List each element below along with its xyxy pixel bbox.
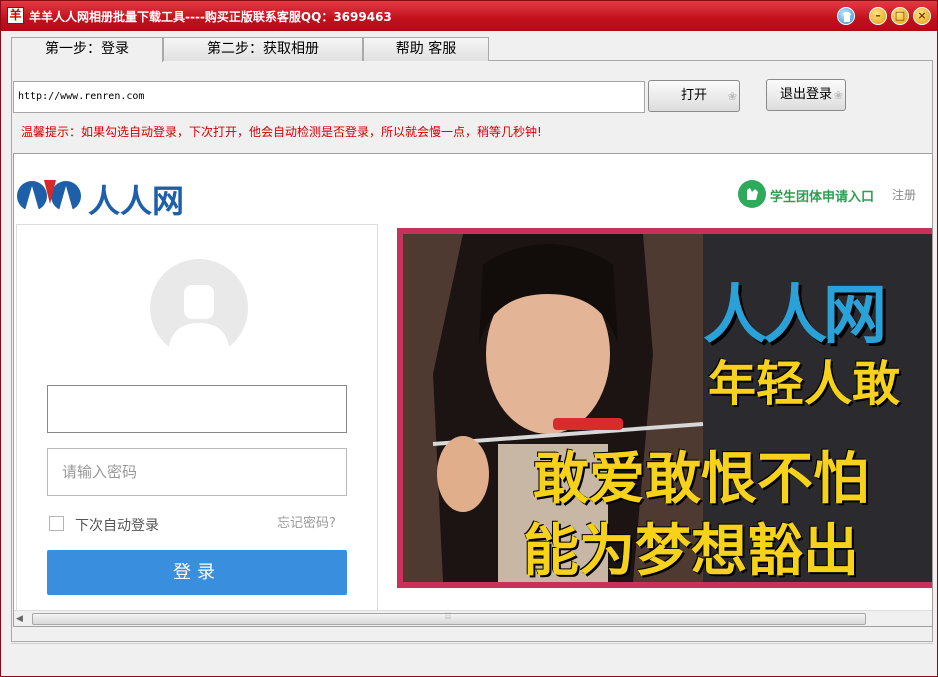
logout-button-label: 退出登录	[779, 87, 832, 102]
title-bar[interactable]: 羊 羊羊人人网相册批量下载工具----购买正版联系客服QQ：3699463 – …	[1, 1, 937, 31]
login-card: 请输入密码 下次自动登录 忘记密码? 登录	[16, 224, 378, 624]
embedded-browser[interactable]: 人人网 学生团体申请入口 注册 请输入密码 下次自动登录 忘记密码? 登录 人人…	[13, 153, 933, 627]
tab-get-albums[interactable]: 第二步：获取相册	[163, 37, 363, 61]
swirl-decoration-icon: ❀	[727, 90, 737, 103]
grip-icon: ⦙⦙⦙	[445, 612, 452, 622]
close-icon[interactable]: ×	[913, 7, 931, 25]
student-icon	[738, 180, 766, 208]
username-input[interactable]	[47, 385, 347, 433]
login-button[interactable]: 登录	[47, 550, 347, 595]
renren-logo-text: 人人网	[88, 182, 185, 220]
banner-image: 人人网 年轻人敢 敢爱敢恨不怕 能为梦想豁出	[403, 234, 932, 582]
scrollbar-thumb[interactable]: ⦙⦙⦙	[32, 612, 866, 625]
swirl-decoration-icon: ❀	[833, 89, 843, 102]
renren-logo[interactable]: 人人网	[16, 174, 196, 220]
promo-banner[interactable]: 人人网 年轻人敢 敢爱敢恨不怕 能为梦想豁出	[397, 228, 932, 588]
horizontal-scrollbar[interactable]: ◀ ⦙⦙⦙	[14, 610, 932, 626]
scroll-left-icon[interactable]: ◀	[16, 614, 23, 624]
tip-text: 温馨提示：如果勾选自动登录，下次打开，他会自动检测是否登录，所以就会慢一点，稍等…	[21, 125, 542, 139]
app-window: 羊 羊羊人人网相册批量下载工具----购买正版联系客服QQ：3699463 – …	[0, 0, 938, 677]
student-entry-label: 学生团体申请入口	[770, 190, 875, 205]
app-icon: 羊	[7, 7, 24, 24]
minimize-icon[interactable]: –	[869, 7, 887, 25]
banner-logo-text: 人人网	[703, 279, 887, 353]
open-button-label: 打开	[680, 88, 707, 103]
window-title: 羊羊人人网相册批量下载工具----购买正版联系客服QQ：3699463	[29, 10, 392, 24]
tab-help[interactable]: 帮助 客服	[363, 37, 489, 61]
logout-button[interactable]: 退出登录 ❀	[766, 79, 846, 111]
banner-headline-1: 年轻人敢	[708, 356, 901, 412]
maximize-icon[interactable]: □	[891, 7, 909, 25]
tab-login[interactable]: 第一步：登录	[11, 37, 163, 62]
banner-headline-2: 敢爱敢恨不怕	[533, 447, 869, 512]
forgot-password-link[interactable]: 忘记密码?	[277, 512, 336, 531]
auto-login-checkbox[interactable]	[49, 516, 64, 531]
open-button[interactable]: 打开 ❀	[648, 80, 740, 112]
avatar-placeholder-icon	[150, 259, 248, 357]
register-link[interactable]: 注册	[892, 186, 916, 203]
skin-icon[interactable]	[837, 7, 855, 25]
password-input[interactable]: 请输入密码	[47, 448, 347, 496]
banner-headline-3: 能为梦想豁出	[523, 519, 859, 582]
auto-login-label: 下次自动登录	[75, 518, 159, 534]
status-bar	[11, 643, 933, 671]
url-input[interactable]: http://www.renren.com	[13, 81, 645, 113]
